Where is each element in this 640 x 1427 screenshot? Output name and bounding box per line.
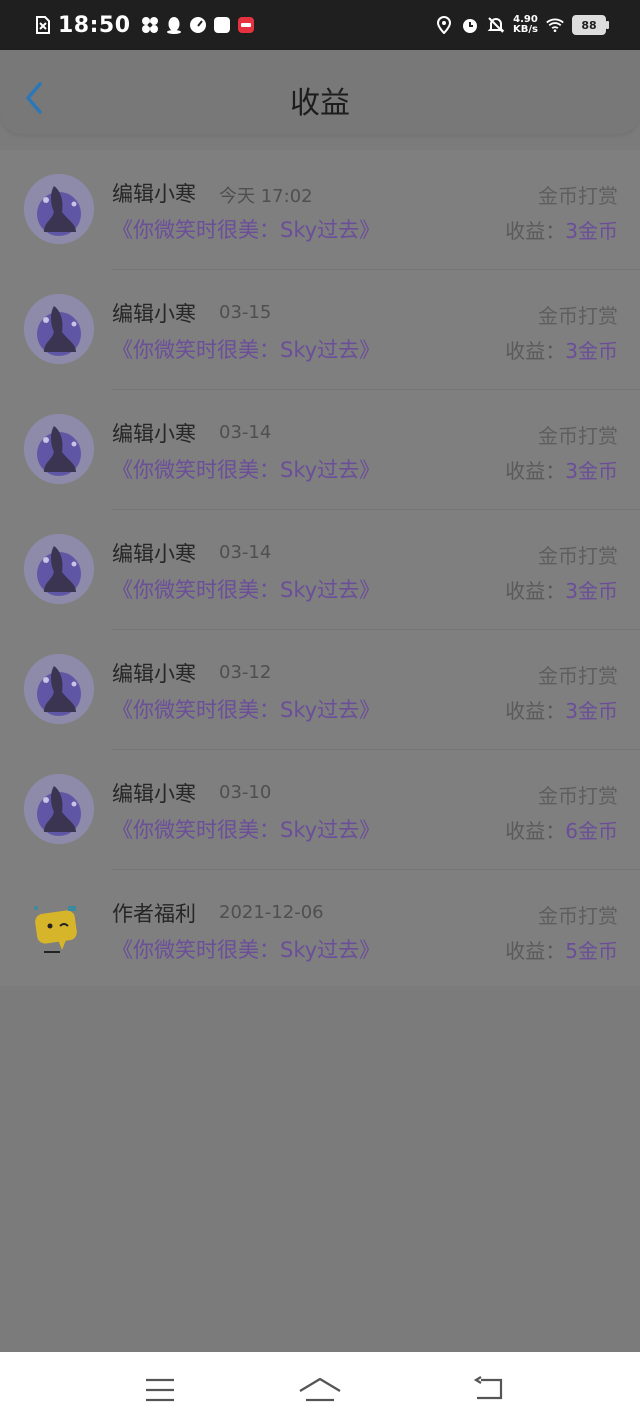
income-list: 编辑小寒 今天 17:02 金币打赏 《你微笑时很美：Sky过去》 收益：3金币… — [0, 150, 640, 986]
editor-avatar — [24, 294, 94, 364]
editor-avatar — [24, 774, 94, 844]
status-bar-right: 4.90 KB/s 88 — [435, 0, 609, 50]
reward-type: 金币打赏 — [538, 544, 618, 568]
app-square-icon — [213, 16, 231, 34]
book-title[interactable]: 《你微笑时很美：Sky过去》 — [112, 694, 380, 724]
income-label: 收益： — [505, 579, 566, 603]
income-item[interactable]: 编辑小寒 03-14 金币打赏 《你微笑时很美：Sky过去》 收益：3金币 — [0, 390, 640, 510]
income-amount: 3金币 — [565, 339, 618, 363]
income-amount: 3金币 — [565, 219, 618, 243]
reward-type: 金币打赏 — [538, 424, 618, 448]
location-icon — [435, 16, 453, 34]
status-bar: 18:50 4.90 KB/s 88 — [0, 0, 640, 50]
income-item[interactable]: 作者福利 2021-12-06 金币打赏 《你微笑时很美：Sky过去》 收益：5… — [0, 870, 640, 990]
book-title[interactable]: 《你微笑时很美：Sky过去》 — [112, 934, 380, 964]
income-item[interactable]: 编辑小寒 今天 17:02 金币打赏 《你微笑时很美：Sky过去》 收益：3金币 — [0, 150, 640, 270]
nav-home-button[interactable] — [298, 1368, 342, 1412]
income-label: 收益： — [505, 819, 566, 843]
income-date: 03-12 — [219, 662, 272, 683]
income-value: 收益：5金币 — [505, 935, 618, 964]
income-amount: 3金币 — [565, 699, 618, 723]
income-date: 03-15 — [219, 302, 272, 323]
page-title: 收益 — [290, 86, 350, 121]
home-icon — [299, 1377, 341, 1402]
red-app-icon — [237, 16, 255, 34]
nav-back-button[interactable] — [466, 1368, 510, 1412]
sender-name: 作者福利 — [112, 902, 196, 926]
income-label: 收益： — [505, 939, 566, 963]
menu-icon — [146, 1378, 174, 1402]
book-title[interactable]: 《你微笑时很美：Sky过去》 — [112, 814, 380, 844]
reward-type: 金币打赏 — [538, 184, 618, 208]
status-time: 18:50 — [58, 12, 131, 38]
reward-type: 金币打赏 — [538, 784, 618, 808]
book-title[interactable]: 《你微笑时很美：Sky过去》 — [112, 214, 380, 244]
income-label: 收益： — [505, 459, 566, 483]
editor-avatar — [24, 534, 94, 604]
sender-name: 编辑小寒 — [112, 662, 196, 686]
book-title[interactable]: 《你微笑时很美：Sky过去》 — [112, 574, 380, 604]
net-speed: 4.90 KB/s — [513, 15, 538, 35]
notification-off-icon — [487, 16, 505, 34]
sim-error-icon — [34, 16, 52, 34]
income-item[interactable]: 编辑小寒 03-12 金币打赏 《你微笑时很美：Sky过去》 收益：3金币 — [0, 630, 640, 750]
income-date: 2021-12-06 — [219, 902, 324, 923]
income-amount: 6金币 — [565, 819, 618, 843]
welfare-avatar — [24, 894, 94, 964]
income-date: 03-14 — [219, 422, 272, 443]
reward-type: 金币打赏 — [538, 904, 618, 928]
book-title[interactable]: 《你微笑时很美：Sky过去》 — [112, 454, 380, 484]
nav-menu-button[interactable] — [138, 1368, 182, 1412]
income-label: 收益： — [505, 339, 566, 363]
return-icon — [473, 1376, 503, 1400]
editor-avatar — [24, 174, 94, 244]
net-speed-unit: KB/s — [513, 24, 538, 35]
sender-name: 编辑小寒 — [112, 422, 196, 446]
sender-name: 编辑小寒 — [112, 542, 196, 566]
income-value: 收益：6金币 — [505, 815, 618, 844]
income-date: 今天 17:02 — [219, 186, 313, 207]
editor-avatar — [24, 414, 94, 484]
income-label: 收益： — [505, 699, 566, 723]
income-item[interactable]: 编辑小寒 03-10 金币打赏 《你微笑时很美：Sky过去》 收益：6金币 — [0, 750, 640, 870]
income-value: 收益：3金币 — [505, 575, 618, 604]
income-amount: 3金币 — [565, 579, 618, 603]
reward-type: 金币打赏 — [538, 664, 618, 688]
income-date: 03-10 — [219, 782, 272, 803]
income-value: 收益：3金币 — [505, 455, 618, 484]
editor-avatar — [24, 654, 94, 724]
status-bar-left: 18:50 — [34, 0, 255, 50]
qq-icon — [165, 16, 183, 34]
speedometer-icon — [189, 16, 207, 34]
reward-type: 金币打赏 — [538, 304, 618, 328]
pinwheel-app-icon — [141, 16, 159, 34]
income-value: 收益：3金币 — [505, 215, 618, 244]
income-value: 收益：3金币 — [505, 695, 618, 724]
header-bar: 收益 — [0, 50, 640, 134]
battery-indicator: 88 — [572, 15, 609, 35]
income-amount: 5金币 — [565, 939, 618, 963]
income-item[interactable]: 编辑小寒 03-15 金币打赏 《你微笑时很美：Sky过去》 收益：3金币 — [0, 270, 640, 390]
income-value: 收益：3金币 — [505, 335, 618, 364]
sender-name: 编辑小寒 — [112, 782, 196, 806]
sender-name: 编辑小寒 — [112, 182, 196, 206]
sender-name: 编辑小寒 — [112, 302, 196, 326]
income-date: 03-14 — [219, 542, 272, 563]
wifi-icon — [546, 16, 564, 34]
income-item[interactable]: 编辑小寒 03-14 金币打赏 《你微笑时很美：Sky过去》 收益：3金币 — [0, 510, 640, 630]
income-label: 收益： — [505, 219, 566, 243]
alarm-icon — [461, 16, 479, 34]
system-nav-bar — [0, 1352, 640, 1427]
book-title[interactable]: 《你微笑时很美：Sky过去》 — [112, 334, 380, 364]
income-amount: 3金币 — [565, 459, 618, 483]
